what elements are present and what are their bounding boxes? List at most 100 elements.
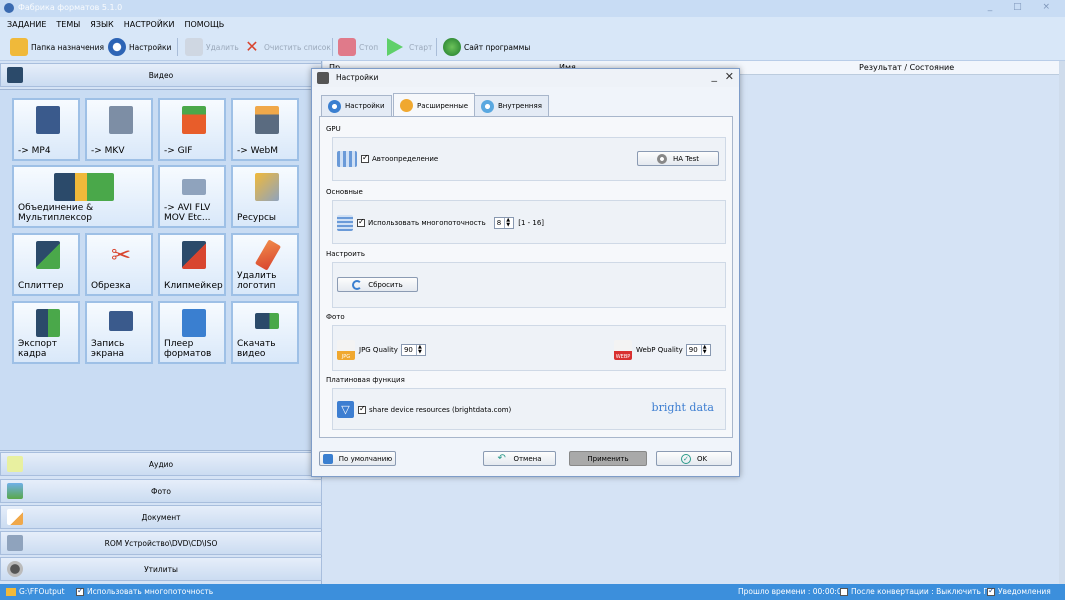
status-multithread-checkbox[interactable]: Использовать многопоточность (76, 586, 213, 596)
stop-button[interactable]: Стоп (338, 37, 378, 57)
group-basic-title: Основные (326, 188, 363, 196)
webp-quality-stepper[interactable]: 90 ▲ ▼ (685, 344, 711, 356)
mp4-file-icon (36, 106, 60, 134)
brightdata-logo-icon: ▽ (337, 401, 354, 418)
settings-button[interactable]: Настройки (108, 37, 171, 57)
category-document[interactable]: Документ (0, 505, 322, 529)
delete-button[interactable]: Удалить (185, 37, 239, 57)
folder-icon (6, 587, 16, 596)
scrollbar[interactable] (1059, 61, 1065, 584)
window-controls[interactable]: _ □ × (988, 2, 1059, 12)
menu-task[interactable]: ЗАДАНИЕ (0, 17, 49, 29)
jpg-quality-stepper[interactable]: 90 ▲ ▼ (400, 344, 426, 356)
dest-folder-button[interactable]: Папка назначения (10, 37, 104, 57)
stepper-arrows-icon[interactable]: ▲ ▼ (415, 345, 423, 355)
audio-icon (7, 456, 23, 472)
document-icon (7, 509, 23, 525)
tile-to-webm[interactable]: -> WebM (231, 98, 299, 161)
after-conversion-checkbox[interactable]: После конвертации : Выключить ПК (840, 587, 994, 596)
menu-help[interactable]: ПОМОЩЬ (177, 17, 227, 29)
notifications-checkbox[interactable]: Уведомления (987, 586, 1051, 596)
menu-language[interactable]: ЯЗЫК (83, 17, 116, 29)
tile-splitter[interactable]: Сплиттер (12, 233, 80, 296)
printer-icon (322, 453, 333, 464)
share-resources-row[interactable]: ▽ share device resources (brightdata.com… (337, 401, 511, 418)
advanced-icon (400, 99, 413, 112)
tab-internal[interactable]: Внутренняя (474, 95, 549, 116)
apply-button[interactable]: Применить (569, 451, 647, 466)
tab-advanced[interactable]: Расширенные (393, 93, 476, 117)
tile-crop[interactable]: ✂ Обрезка (85, 233, 153, 296)
gear-icon (656, 153, 667, 164)
refresh-icon (352, 279, 363, 290)
category-utilities[interactable]: Утилиты (0, 557, 322, 581)
cancel-button[interactable]: ↶ Отмена (483, 451, 556, 466)
tile-resources[interactable]: Ресурсы (231, 165, 299, 228)
gpu-icon (337, 151, 357, 167)
webm-file-icon (255, 106, 279, 134)
tile-remove-logo[interactable]: Удалить логотип (231, 233, 299, 296)
tile-export-frame[interactable]: Экспорт кадра (12, 301, 80, 364)
screen-record-icon (109, 311, 133, 331)
start-button[interactable]: Старт (387, 37, 432, 57)
group-photo-title: Фото (326, 313, 345, 321)
tile-download-video[interactable]: Скачать видео (231, 301, 299, 364)
stepper-arrows-icon[interactable]: ▲ ▼ (700, 345, 708, 355)
website-button[interactable]: Сайт программы (443, 37, 530, 57)
tile-to-gif[interactable]: -> GIF (158, 98, 226, 161)
ok-button[interactable]: ✓ OK (656, 451, 732, 466)
jpg-file-icon: JPG (337, 340, 355, 360)
dialog-title-bar: Настройки _ ✕ (312, 69, 739, 87)
mkv-file-icon (109, 106, 133, 134)
webp-quality-row: WEBP WebP Quality 90 ▲ ▼ (614, 340, 711, 360)
group-basic: Использовать многопоточность 8▲▼ [1 - 16… (332, 200, 726, 244)
minimize-icon[interactable]: _ (712, 69, 718, 82)
tile-to-mp4[interactable]: -> MP4 (12, 98, 80, 161)
category-video-header[interactable]: Видео (0, 63, 322, 87)
check-icon: ✓ (680, 453, 691, 464)
tile-to-mkv[interactable]: -> MKV (85, 98, 153, 161)
ha-test-button[interactable]: HA Test (637, 151, 719, 166)
checkbox[interactable] (987, 586, 995, 596)
threads-stepper[interactable]: 8 ▲ ▼ (493, 217, 515, 229)
photo-icon (7, 483, 23, 499)
tile-clipmaker[interactable]: Клипмейкер (158, 233, 226, 296)
eraser-icon (254, 239, 282, 271)
column-result[interactable]: Результат / Состояние (859, 63, 954, 72)
checkbox[interactable] (840, 587, 848, 596)
tile-avi-flv-mov[interactable]: -> AVI FLV MOV Etc... (158, 165, 226, 228)
gear-icon (481, 99, 494, 113)
clear-list-button[interactable]: ✕ Очистить список (243, 37, 331, 57)
tab-settings[interactable]: Настройки (321, 95, 392, 116)
checkbox[interactable] (76, 586, 84, 596)
checkbox[interactable] (361, 153, 369, 163)
tile-screen-record[interactable]: Запись экрана (85, 301, 153, 364)
settings-gear-icon (108, 38, 126, 56)
clipmaker-icon (182, 241, 206, 269)
advanced-tab-content: GPU Автоопределение HA Test Основные Исп… (319, 116, 733, 438)
tile-format-player[interactable]: Плеер форматов (158, 301, 226, 364)
video-tools-grid: -> MP4 -> MKV -> GIF -> WebM Объединение… (0, 89, 322, 451)
group-photo: JPG JPG Quality 90 ▲ ▼ WEBP WebP Quality 9… (332, 325, 726, 371)
category-rom-device[interactable]: ROM Устройство\DVD\CD\ISO (0, 531, 322, 555)
category-photo[interactable]: Фото (0, 479, 322, 503)
menu-themes[interactable]: ТЕМЫ (49, 17, 83, 29)
merge-icon (54, 173, 114, 201)
multithread-checkbox[interactable] (357, 217, 365, 227)
tile-merge-mux[interactable]: Объединение & Мультиплексор (12, 165, 154, 228)
defaults-button[interactable]: По умолчанию (319, 451, 396, 466)
stepper-arrows-icon[interactable]: ▲ ▼ (504, 218, 511, 228)
group-platinum: ▽ share device resources (brightdata.com… (332, 388, 726, 430)
gpu-auto-detect[interactable]: Автоопределение (337, 151, 438, 167)
close-icon[interactable]: ✕ (725, 70, 734, 83)
category-audio[interactable]: Аудио (0, 452, 322, 476)
utilities-icon (7, 561, 23, 577)
share-resources-checkbox[interactable] (358, 404, 366, 414)
menu-settings[interactable]: НАСТРОЙКИ (117, 17, 178, 29)
window-title-bar: Фабрика форматов 5.1.0 _ □ × (0, 0, 1065, 17)
output-folder[interactable]: G:\FFOutput (6, 587, 65, 596)
frame-export-icon (36, 309, 60, 337)
status-bar: G:\FFOutput Использовать многопоточность… (0, 584, 1065, 600)
jpg-quality-row: JPG JPG Quality 90 ▲ ▼ (337, 340, 426, 360)
reset-button[interactable]: Сбросить (337, 277, 418, 292)
